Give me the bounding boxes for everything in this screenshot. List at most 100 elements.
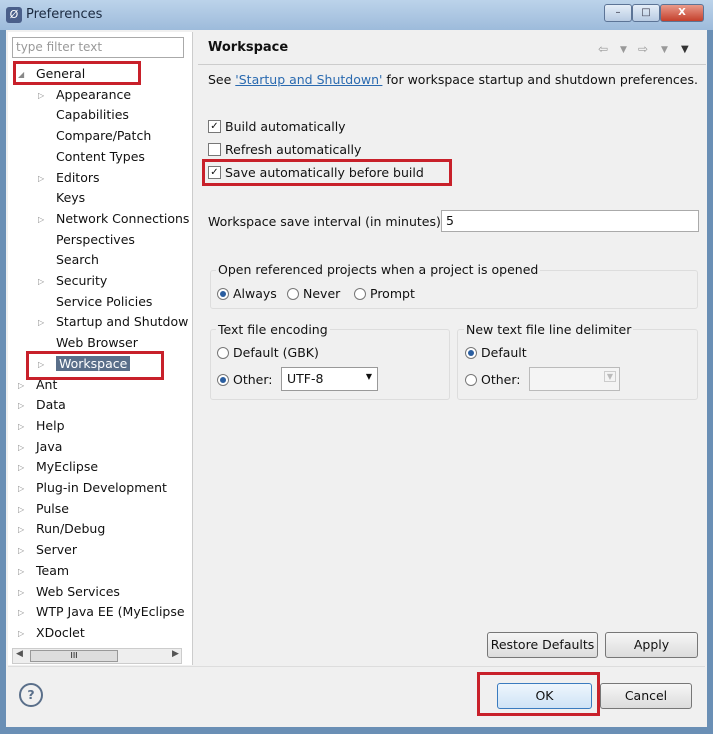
tree-item[interactable]: ▷ Web Services — [18, 582, 120, 601]
tree-item-label: Pulse — [36, 500, 69, 516]
tree-item[interactable]: Web Browser — [38, 333, 138, 352]
tree-item[interactable]: ▷ Security — [38, 271, 107, 290]
tree-item[interactable]: Keys — [38, 188, 85, 207]
tree-item[interactable]: Capabilities — [38, 105, 129, 124]
expand-icon[interactable]: ▷ — [18, 583, 24, 602]
tree-item[interactable]: Service Policies — [38, 292, 152, 311]
tree-item[interactable]: ▷ XDoclet — [18, 623, 85, 642]
save-interval-input[interactable]: 5 — [441, 210, 699, 232]
expand-icon[interactable]: ▷ — [18, 520, 24, 539]
close-button[interactable]: X — [660, 4, 704, 22]
tree-item[interactable]: ▷ Plug-in Development — [18, 478, 167, 497]
tree-item-label: MyEclipse — [36, 459, 99, 475]
page-title: Workspace — [208, 40, 289, 55]
expand-icon[interactable]: ▷ — [18, 500, 24, 519]
title-bar[interactable]: Ø Preferences – □ X — [0, 0, 713, 30]
highlight-save-automatically — [202, 159, 452, 186]
expand-icon[interactable]: ▷ — [38, 272, 44, 291]
maximize-button[interactable]: □ — [632, 4, 660, 22]
tree-item-label: Capabilities — [56, 107, 129, 123]
tree-item[interactable]: Search — [38, 250, 99, 269]
back-icon[interactable]: ⇦ — [598, 42, 608, 56]
tree-item-label: Service Policies — [56, 293, 153, 309]
encoding-other-radio[interactable]: Other: — [217, 372, 272, 387]
expand-icon[interactable]: ▷ — [18, 603, 24, 622]
never-radio[interactable]: Never — [287, 286, 340, 301]
radio-label: Other: — [481, 372, 521, 387]
expand-icon[interactable]: ▷ — [18, 376, 24, 395]
encoding-default-radio[interactable]: Default (GBK) — [217, 345, 319, 360]
tree-item-label: Team — [36, 562, 70, 578]
restore-defaults-button[interactable]: Restore Defaults — [487, 632, 598, 658]
radio-selected-icon — [217, 373, 229, 386]
highlight-general — [13, 61, 141, 85]
dropdown-arrow-icon: ▼ — [603, 371, 616, 382]
tree-item[interactable]: ▷ Startup and Shutdow — [38, 312, 188, 331]
tree-item[interactable]: ▷ Editors — [38, 168, 100, 187]
expand-icon[interactable]: ▷ — [38, 210, 44, 229]
tree-item[interactable]: ▷ Java — [18, 437, 62, 456]
cancel-button[interactable]: Cancel — [600, 683, 692, 709]
tree-item[interactable]: ▷ Team — [18, 561, 69, 580]
radio-label: Other: — [233, 372, 273, 387]
apply-button[interactable]: Apply — [605, 632, 698, 658]
tree-item-label: Web Browser — [56, 335, 138, 351]
build-automatically-checkbox[interactable]: ✓ Build automatically — [208, 119, 346, 134]
radio-label: Never — [303, 286, 341, 301]
tree-item[interactable]: ▷ Data — [18, 395, 66, 414]
always-radio[interactable]: Always — [217, 286, 277, 301]
tree-item-label: Keys — [56, 190, 86, 206]
checkbox-unchecked-icon — [208, 143, 221, 156]
expand-icon[interactable]: ▷ — [18, 417, 24, 436]
checkbox-checked-icon: ✓ — [208, 120, 221, 133]
radio-label: Prompt — [370, 286, 415, 301]
forward-icon[interactable]: ⇨ — [638, 42, 648, 56]
desc-text-end: for workspace startup and shutdown prefe… — [382, 72, 698, 87]
tree-item[interactable]: ▷ MyEclipse — [18, 457, 98, 476]
filter-input[interactable]: type filter text — [12, 37, 184, 58]
expand-icon[interactable]: ▷ — [18, 438, 24, 457]
view-menu-icon[interactable]: ▼ — [681, 44, 689, 55]
tree-item[interactable]: Content Types — [38, 147, 145, 166]
tree-item-label: Java — [36, 438, 63, 454]
expand-icon[interactable]: ▷ — [18, 541, 24, 560]
encoding-combo[interactable]: UTF-8 ▼ — [281, 367, 378, 391]
tree-item[interactable]: Compare/Patch — [38, 126, 151, 145]
tree-item[interactable]: ▷ Network Connections — [38, 209, 189, 228]
expand-icon[interactable]: ▷ — [18, 624, 24, 643]
help-icon[interactable]: ? — [19, 683, 43, 707]
scroll-right-icon[interactable]: ▶ — [172, 649, 179, 659]
radio-icon — [465, 373, 477, 386]
tree-item[interactable]: Perspectives — [38, 230, 135, 249]
expand-icon[interactable]: ▷ — [18, 562, 24, 581]
delimiter-default-radio[interactable]: Default — [465, 345, 527, 360]
expand-icon[interactable]: ▷ — [18, 479, 24, 498]
tree-item[interactable]: ▷ Appearance — [38, 85, 131, 104]
radio-label: Default (GBK) — [233, 345, 319, 360]
tree-item[interactable]: ▷ WTP Java EE (MyEclipse — [18, 602, 185, 621]
expand-icon[interactable]: ▷ — [18, 458, 24, 477]
expand-icon[interactable]: ▷ — [38, 86, 44, 105]
tree-item-label: Run/Debug — [36, 521, 106, 537]
scroll-thumb[interactable]: III — [30, 650, 118, 662]
tree-item-label: Perspectives — [56, 231, 135, 247]
back-menu-icon[interactable]: ▼ — [620, 45, 627, 55]
tree-item[interactable]: ▷ Help — [18, 416, 65, 435]
tree-item[interactable]: ▷ Pulse — [18, 499, 69, 518]
encoding-title: Text file encoding — [216, 322, 330, 337]
startup-shutdown-link[interactable]: 'Startup and Shutdown' — [235, 72, 382, 87]
tree-item-label: Data — [36, 397, 66, 413]
delimiter-combo[interactable]: ▼ — [529, 367, 620, 391]
refresh-automatically-checkbox[interactable]: Refresh automatically — [208, 142, 361, 157]
forward-menu-icon[interactable]: ▼ — [661, 45, 668, 55]
prompt-radio[interactable]: Prompt — [354, 286, 415, 301]
tree-item[interactable]: ▷ Server — [18, 540, 77, 559]
expand-icon[interactable]: ▷ — [18, 396, 24, 415]
minimize-button[interactable]: – — [604, 4, 632, 22]
delimiter-other-radio[interactable]: Other: — [465, 372, 520, 387]
expand-icon[interactable]: ▷ — [38, 169, 44, 188]
tree-item-label: Content Types — [56, 148, 145, 164]
scroll-left-icon[interactable]: ◀ — [16, 649, 23, 659]
expand-icon[interactable]: ▷ — [38, 313, 44, 332]
tree-item[interactable]: ▷ Run/Debug — [18, 519, 105, 538]
